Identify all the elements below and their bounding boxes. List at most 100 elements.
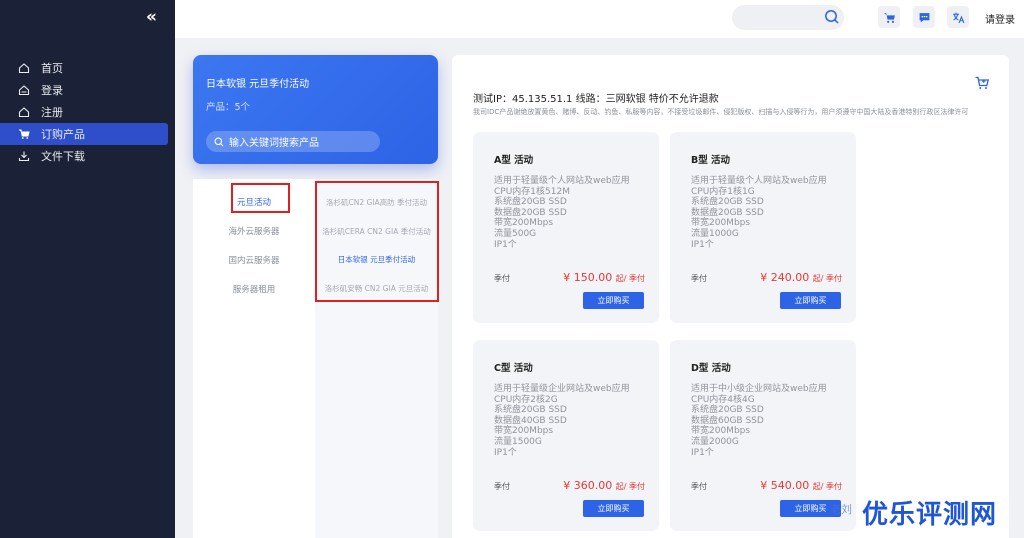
buy-now-button[interactable]: 立即购买 [583,292,644,309]
group-product-count: 产品：5个 [206,102,251,113]
spec-line: 流量2000G [691,436,739,447]
category-item[interactable]: 海外云服务器 [193,225,315,237]
spec-line: 系统盘20GB SSD [494,197,567,208]
top-search-input[interactable] [732,5,816,30]
product-price: ¥ 240.00 起/ 季付 [760,271,842,284]
price-unit: 起/ 季付 [615,482,645,491]
product-specs: 适用于中小级企业网站及web应用 CPU内存4核4G 系统盘20GB SSD 数… [691,384,827,458]
billing-cycle: 季付 [494,274,510,283]
collapse-sidebar-button[interactable]: « [146,8,162,26]
cart-button[interactable] [878,6,900,28]
terms-notice: 我司IDC产品谢绝放置黄色、赌博、反动、钓鱼、私服等内容，不接受垃圾邮件、侵犯版… [473,108,969,116]
sidebar-item-label: 登录 [41,84,63,97]
category-panel: 元旦活动 海外云服务器 国内云服务器 服务器租用 洛杉矶CN2 GIA高防 季付… [193,179,438,538]
home-icon [18,62,30,74]
spec-line: 数据盘20GB SSD [691,207,764,218]
sidebar: « 首页 登录 注册 订购产品 文件下载 [0,0,175,538]
category-item[interactable]: 国内云服务器 [193,254,315,266]
sidebar-nav: 首页 登录 注册 订购产品 文件下载 [0,57,175,167]
download-icon [18,150,30,162]
product-price: ¥ 540.00 起/ 季付 [760,479,842,492]
spec-line: 带宽200Mbps [691,426,751,437]
product-name: C型 活动 [494,363,533,374]
cart-icon[interactable] [974,75,990,91]
sidebar-item-download[interactable]: 文件下载 [0,145,175,167]
spec-line: 流量1500G [494,436,542,447]
product-specs: 适用于轻量级企业网站及web应用 CPU内存2核2G 系统盘20GB SSD 数… [494,384,630,458]
sidebar-item-label: 注册 [41,106,63,119]
spec-line: 带宽200Mbps [691,218,751,229]
watermark-faint-text: 老刘 [830,503,852,516]
spec-line: 适用于轻量级个人网站及web应用 [691,176,827,186]
price-unit: 起/ 季付 [615,274,645,283]
sidebar-item-register[interactable]: 注册 [0,101,175,123]
spec-line: 适用于中小级企业网站及web应用 [691,384,827,394]
page-title: 测试IP：45.135.51.1 线路：三网软银 特价不允许退款 [473,94,719,105]
billing-cycle: 季付 [691,482,707,491]
search-icon[interactable] [824,9,840,25]
category-item[interactable]: 服务器租用 [193,283,315,295]
spec-line: IP1个 [691,239,714,250]
group-title: 日本软银 元旦季付活动 [206,79,310,90]
product-card: B型 活动 适用于轻量级个人网站及web应用 CPU内存1核1G 系统盘20GB… [670,132,856,323]
spec-line: 系统盘20GB SSD [494,405,567,416]
subgroup-item[interactable]: 洛杉矶CN2 GIA高防 季付活动 [315,197,438,208]
product-card: A型 活动 适用于轻量级个人网站及web应用 CPU内存1核512M 系统盘20… [473,132,659,323]
spec-line: CPU内存1核512M [494,186,570,197]
sidebar-item-order[interactable]: 订购产品 [0,123,168,145]
subgroup-item[interactable]: 洛杉矶CERA CN2 GIA 季付活动 [315,226,438,237]
subgroup-list: 洛杉矶CN2 GIA高防 季付活动 洛杉矶CERA CN2 GIA 季付活动 日… [315,179,438,538]
spec-line: 带宽200Mbps [494,218,554,229]
spec-line: 带宽200Mbps [494,426,554,437]
spec-line: 适用于轻量级企业网站及web应用 [494,384,630,394]
product-specs: 适用于轻量级个人网站及web应用 CPU内存1核512M 系统盘20GB SSD… [494,176,630,250]
language-button[interactable] [947,6,969,28]
billing-cycle: 季付 [494,482,510,491]
spec-line: IP1个 [494,239,517,250]
top-bar: 请登录 [175,0,1024,38]
price-value: ¥ 150.00 [563,271,613,284]
message-button[interactable] [913,6,935,28]
price-value: ¥ 240.00 [760,271,810,284]
register-icon [18,106,30,118]
login-link[interactable]: 请登录 [985,11,1015,26]
spec-line: CPU内存4核4G [691,394,755,405]
cart-icon [18,128,30,140]
subgroup-item[interactable]: 洛杉矶安畅 CN2 GIA 元旦活动 [315,283,438,294]
keyword-search-input[interactable]: 输入关键词搜索产品 [206,131,380,152]
product-name: D型 活动 [691,363,731,374]
product-price: ¥ 150.00 起/ 季付 [563,271,645,284]
sidebar-item-label: 文件下载 [41,150,85,163]
sidebar-item-label: 订购产品 [41,128,85,141]
sidebar-item-label: 首页 [41,62,63,75]
product-specs: 适用于轻量级个人网站及web应用 CPU内存1核1G 系统盘20GB SSD 数… [691,176,827,250]
top-search [732,5,844,30]
price-value: ¥ 360.00 [563,479,613,492]
category-item[interactable]: 元旦活动 [193,196,315,208]
translate-icon [952,12,964,23]
spec-line: 系统盘20GB SSD [691,197,764,208]
keyword-search-placeholder: 输入关键词搜索产品 [229,138,319,149]
login-icon [18,84,30,96]
watermark-logo: 优乐评测网 [862,500,998,530]
price-value: ¥ 540.00 [760,479,810,492]
cart-icon [883,12,895,23]
sidebar-item-home[interactable]: 首页 [0,57,175,79]
spec-line: 数据盘20GB SSD [494,207,567,218]
buy-now-button[interactable]: 立即购买 [780,292,841,309]
spec-line: 流量500G [494,228,537,239]
spec-line: IP1个 [691,447,714,458]
spec-line: CPU内存1核1G [691,186,755,197]
search-icon [214,137,224,146]
spec-line: 数据盘40GB SSD [494,415,567,426]
billing-cycle: 季付 [691,274,707,283]
spec-line: 系统盘20GB SSD [691,405,764,416]
spec-line: 适用于轻量级个人网站及web应用 [494,176,630,186]
buy-now-button[interactable]: 立即购买 [583,500,644,517]
subgroup-item[interactable]: 日本软银 元旦季付活动 [315,254,438,265]
product-name: A型 活动 [494,155,534,166]
price-unit: 起/ 季付 [812,482,842,491]
product-card: D型 活动 适用于中小级企业网站及web应用 CPU内存4核4G 系统盘20GB… [670,340,856,531]
sidebar-item-login[interactable]: 登录 [0,79,175,101]
product-price: ¥ 360.00 起/ 季付 [563,479,645,492]
